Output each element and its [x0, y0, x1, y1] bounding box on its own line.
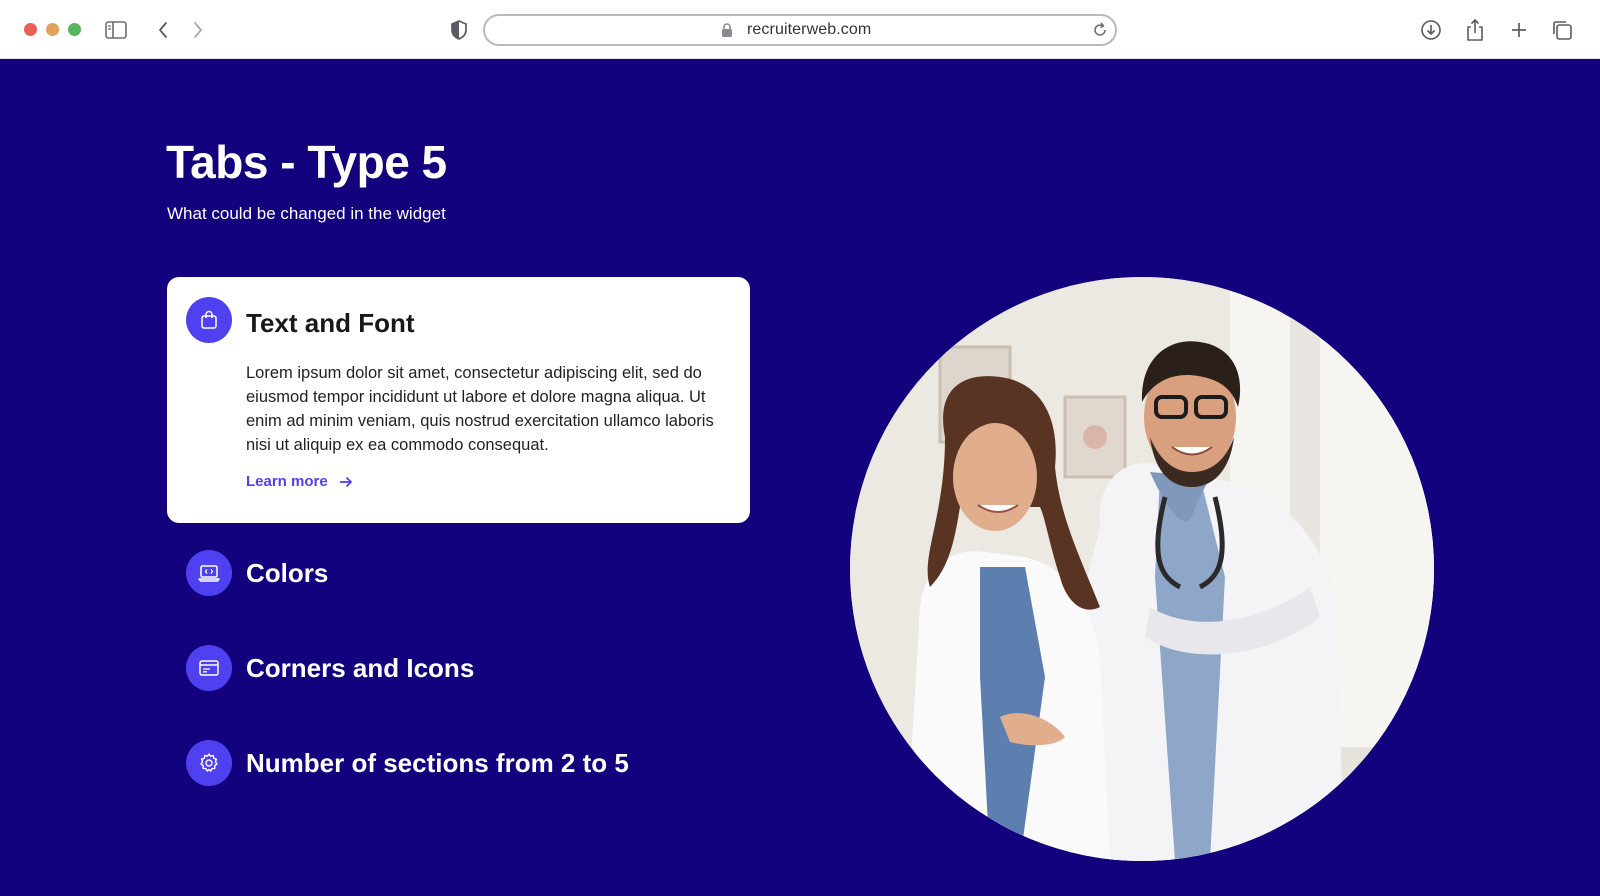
doctors-photo — [850, 277, 1434, 861]
sidebar-icon[interactable] — [101, 15, 131, 45]
download-icon[interactable] — [1416, 15, 1446, 45]
arrow-right-icon — [339, 476, 352, 487]
browser-toolbar: recruiterweb.com — [0, 0, 1600, 59]
shopping-bag-icon — [186, 297, 232, 343]
url-text: recruiterweb.com — [747, 21, 872, 38]
reload-icon[interactable] — [1091, 21, 1109, 44]
tabs-overview-icon[interactable] — [1547, 15, 1577, 45]
tab-title-text-and-font: Text and Font — [246, 308, 415, 338]
active-tab-card[interactable]: Text and Font Lorem ipsum dolor sit amet… — [167, 277, 750, 523]
chevron-left-icon[interactable] — [148, 15, 178, 45]
tab-label-corners-and-icons: Corners and Icons — [246, 652, 475, 683]
tab-label-colors: Colors — [246, 557, 329, 588]
laptop-code-icon — [186, 550, 232, 596]
tab-label-number-of-sections: Number of sections from 2 to 5 — [246, 747, 629, 778]
close-window-button[interactable] — [24, 23, 37, 36]
tab-description: Lorem ipsum dolor sit amet, consectetur … — [246, 364, 714, 454]
share-icon[interactable] — [1460, 15, 1490, 45]
zoom-window-button[interactable] — [68, 23, 81, 36]
shield-icon[interactable] — [444, 15, 474, 45]
page-subtitle: What could be changed in the widget — [167, 204, 446, 223]
main-content: Tabs - Type 5 What could be changed in t… — [0, 59, 1600, 896]
tab-corners-and-icons[interactable]: Corners and Icons — [186, 645, 474, 691]
lock-icon — [721, 23, 733, 43]
plus-icon[interactable] — [1504, 15, 1534, 45]
tab-colors[interactable]: Colors — [186, 550, 328, 596]
address-bar[interactable]: recruiterweb.com — [483, 14, 1117, 46]
page-title: Tabs - Type 5 — [166, 136, 447, 188]
gear-icon — [186, 740, 232, 786]
chevron-right-icon[interactable] — [183, 15, 213, 45]
minimize-window-button[interactable] — [46, 23, 59, 36]
learn-more-label: Learn more — [246, 473, 328, 490]
browser-window-icon — [186, 645, 232, 691]
learn-more-link[interactable]: Learn more — [246, 473, 354, 490]
tab-number-of-sections[interactable]: Number of sections from 2 to 5 — [186, 740, 629, 786]
